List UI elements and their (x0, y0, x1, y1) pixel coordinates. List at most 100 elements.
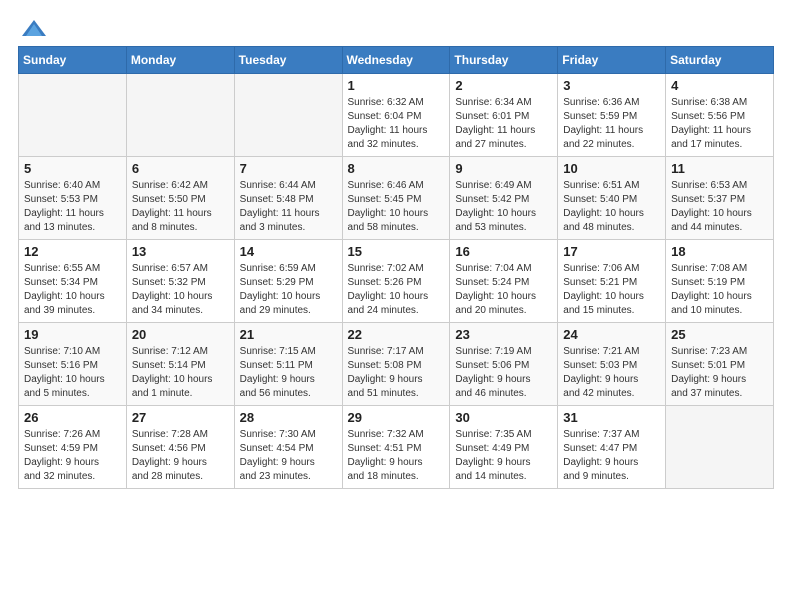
calendar-day-cell: 30 Sunrise: 7:35 AM Sunset: 4:49 PM Dayli… (450, 406, 558, 489)
day-number: 18 (671, 244, 768, 259)
day-number: 23 (455, 327, 552, 342)
day-number: 2 (455, 78, 552, 93)
day-number: 13 (132, 244, 229, 259)
calendar-day-cell: 6 Sunrise: 6:42 AM Sunset: 5:50 PM Daylig… (126, 157, 234, 240)
calendar-day-cell: 24 Sunrise: 7:21 AM Sunset: 5:03 PM Dayli… (558, 323, 666, 406)
day-info: Sunrise: 6:59 AM Sunset: 5:29 PM Dayligh… (240, 262, 337, 318)
page: SundayMondayTuesdayWednesdayThursdayFrid… (0, 0, 792, 507)
calendar-week-row: 5 Sunrise: 6:40 AM Sunset: 5:53 PM Daylig… (19, 157, 774, 240)
day-info: Sunrise: 6:40 AM Sunset: 5:53 PM Dayligh… (24, 179, 121, 235)
calendar-day-cell: 8 Sunrise: 6:46 AM Sunset: 5:45 PM Daylig… (342, 157, 450, 240)
day-info: Sunrise: 7:26 AM Sunset: 4:59 PM Dayligh… (24, 428, 121, 484)
day-number: 12 (24, 244, 121, 259)
day-number: 31 (563, 410, 660, 425)
day-info: Sunrise: 6:55 AM Sunset: 5:34 PM Dayligh… (24, 262, 121, 318)
calendar-day-cell: 3Sunrise: 6:36 AM Sunset: 5:59 PM Daylig… (558, 74, 666, 157)
calendar-day-cell: 4 Sunrise: 6:38 AM Sunset: 5:56 PM Daylig… (666, 74, 774, 157)
day-info: Sunrise: 7:21 AM Sunset: 5:03 PM Dayligh… (563, 345, 660, 401)
calendar-day-cell (19, 74, 127, 157)
day-number: 6 (132, 161, 229, 176)
day-info: Sunrise: 7:19 AM Sunset: 5:06 PM Dayligh… (455, 345, 552, 401)
day-info: Sunrise: 7:23 AM Sunset: 5:01 PM Dayligh… (671, 345, 768, 401)
day-info: Sunrise: 6:42 AM Sunset: 5:50 PM Dayligh… (132, 179, 229, 235)
day-number: 15 (348, 244, 445, 259)
day-info: Sunrise: 7:28 AM Sunset: 4:56 PM Dayligh… (132, 428, 229, 484)
day-number: 20 (132, 327, 229, 342)
calendar-day-cell: 1 Sunrise: 6:32 AM Sunset: 6:04 PM Daylig… (342, 74, 450, 157)
day-info: Sunrise: 7:15 AM Sunset: 5:11 PM Dayligh… (240, 345, 337, 401)
calendar-week-row: 1 Sunrise: 6:32 AM Sunset: 6:04 PM Daylig… (19, 74, 774, 157)
day-number: 24 (563, 327, 660, 342)
day-number: 30 (455, 410, 552, 425)
day-number: 21 (240, 327, 337, 342)
calendar-day-header: Monday (126, 47, 234, 74)
calendar-day-header: Friday (558, 47, 666, 74)
calendar-day-cell: 22 Sunrise: 7:17 AM Sunset: 5:08 PM Dayli… (342, 323, 450, 406)
calendar-day-cell (234, 74, 342, 157)
calendar-day-cell: 18 Sunrise: 7:08 AM Sunset: 5:19 PM Dayli… (666, 240, 774, 323)
calendar-day-cell: 31 Sunrise: 7:37 AM Sunset: 4:47 PM Dayli… (558, 406, 666, 489)
day-info: Sunrise: 6:53 AM Sunset: 5:37 PM Dayligh… (671, 179, 768, 235)
day-info: Sunrise: 7:12 AM Sunset: 5:14 PM Dayligh… (132, 345, 229, 401)
calendar-day-header: Sunday (19, 47, 127, 74)
day-number: 19 (24, 327, 121, 342)
logo-text (18, 18, 48, 40)
day-info: Sunrise: 6:38 AM Sunset: 5:56 PM Dayligh… (671, 96, 768, 152)
day-number: 10 (563, 161, 660, 176)
calendar-day-cell: 9Sunrise: 6:49 AM Sunset: 5:42 PM Daylig… (450, 157, 558, 240)
calendar-day-cell: 28Sunrise: 7:30 AM Sunset: 4:54 PM Dayli… (234, 406, 342, 489)
day-number: 4 (671, 78, 768, 93)
calendar-day-header: Wednesday (342, 47, 450, 74)
day-number: 29 (348, 410, 445, 425)
calendar-week-row: 19 Sunrise: 7:10 AM Sunset: 5:16 PM Dayli… (19, 323, 774, 406)
day-number: 11 (671, 161, 768, 176)
calendar-day-header: Saturday (666, 47, 774, 74)
day-info: Sunrise: 7:02 AM Sunset: 5:26 PM Dayligh… (348, 262, 445, 318)
day-info: Sunrise: 7:08 AM Sunset: 5:19 PM Dayligh… (671, 262, 768, 318)
calendar-day-cell: 20 Sunrise: 7:12 AM Sunset: 5:14 PM Dayli… (126, 323, 234, 406)
day-info: Sunrise: 7:35 AM Sunset: 4:49 PM Dayligh… (455, 428, 552, 484)
day-info: Sunrise: 7:30 AM Sunset: 4:54 PM Dayligh… (240, 428, 337, 484)
day-info: Sunrise: 6:57 AM Sunset: 5:32 PM Dayligh… (132, 262, 229, 318)
calendar-day-cell: 25Sunrise: 7:23 AM Sunset: 5:01 PM Dayli… (666, 323, 774, 406)
calendar-day-cell (666, 406, 774, 489)
day-info: Sunrise: 6:46 AM Sunset: 5:45 PM Dayligh… (348, 179, 445, 235)
calendar-day-cell: 29 Sunrise: 7:32 AM Sunset: 4:51 PM Dayli… (342, 406, 450, 489)
calendar-day-header: Thursday (450, 47, 558, 74)
header (18, 18, 774, 36)
day-info: Sunrise: 7:37 AM Sunset: 4:47 PM Dayligh… (563, 428, 660, 484)
calendar-day-cell: 12 Sunrise: 6:55 AM Sunset: 5:34 PM Dayli… (19, 240, 127, 323)
calendar-day-cell (126, 74, 234, 157)
calendar-day-cell: 16 Sunrise: 7:04 AM Sunset: 5:24 PM Dayli… (450, 240, 558, 323)
day-info: Sunrise: 7:17 AM Sunset: 5:08 PM Dayligh… (348, 345, 445, 401)
day-info: Sunrise: 7:32 AM Sunset: 4:51 PM Dayligh… (348, 428, 445, 484)
day-number: 7 (240, 161, 337, 176)
calendar-day-header: Tuesday (234, 47, 342, 74)
day-info: Sunrise: 6:51 AM Sunset: 5:40 PM Dayligh… (563, 179, 660, 235)
day-number: 1 (348, 78, 445, 93)
day-number: 5 (24, 161, 121, 176)
calendar-day-cell: 17 Sunrise: 7:06 AM Sunset: 5:21 PM Dayli… (558, 240, 666, 323)
calendar-day-cell: 11 Sunrise: 6:53 AM Sunset: 5:37 PM Dayli… (666, 157, 774, 240)
day-info: Sunrise: 7:06 AM Sunset: 5:21 PM Dayligh… (563, 262, 660, 318)
day-number: 16 (455, 244, 552, 259)
calendar-week-row: 12 Sunrise: 6:55 AM Sunset: 5:34 PM Dayli… (19, 240, 774, 323)
calendar-week-row: 26Sunrise: 7:26 AM Sunset: 4:59 PM Dayli… (19, 406, 774, 489)
day-info: Sunrise: 6:49 AM Sunset: 5:42 PM Dayligh… (455, 179, 552, 235)
logo-icon (20, 18, 48, 40)
day-info: Sunrise: 6:36 AM Sunset: 5:59 PM Dayligh… (563, 96, 660, 152)
day-info: Sunrise: 6:32 AM Sunset: 6:04 PM Dayligh… (348, 96, 445, 152)
day-number: 22 (348, 327, 445, 342)
day-info: Sunrise: 7:10 AM Sunset: 5:16 PM Dayligh… (24, 345, 121, 401)
calendar-day-cell: 2Sunrise: 6:34 AM Sunset: 6:01 PM Daylig… (450, 74, 558, 157)
day-info: Sunrise: 7:04 AM Sunset: 5:24 PM Dayligh… (455, 262, 552, 318)
calendar-day-cell: 26Sunrise: 7:26 AM Sunset: 4:59 PM Dayli… (19, 406, 127, 489)
day-number: 8 (348, 161, 445, 176)
day-number: 17 (563, 244, 660, 259)
calendar-day-cell: 23 Sunrise: 7:19 AM Sunset: 5:06 PM Dayli… (450, 323, 558, 406)
calendar-day-cell: 7Sunrise: 6:44 AM Sunset: 5:48 PM Daylig… (234, 157, 342, 240)
calendar-day-cell: 10 Sunrise: 6:51 AM Sunset: 5:40 PM Dayli… (558, 157, 666, 240)
calendar-day-cell: 5 Sunrise: 6:40 AM Sunset: 5:53 PM Daylig… (19, 157, 127, 240)
calendar-day-cell: 14Sunrise: 6:59 AM Sunset: 5:29 PM Dayli… (234, 240, 342, 323)
day-number: 27 (132, 410, 229, 425)
